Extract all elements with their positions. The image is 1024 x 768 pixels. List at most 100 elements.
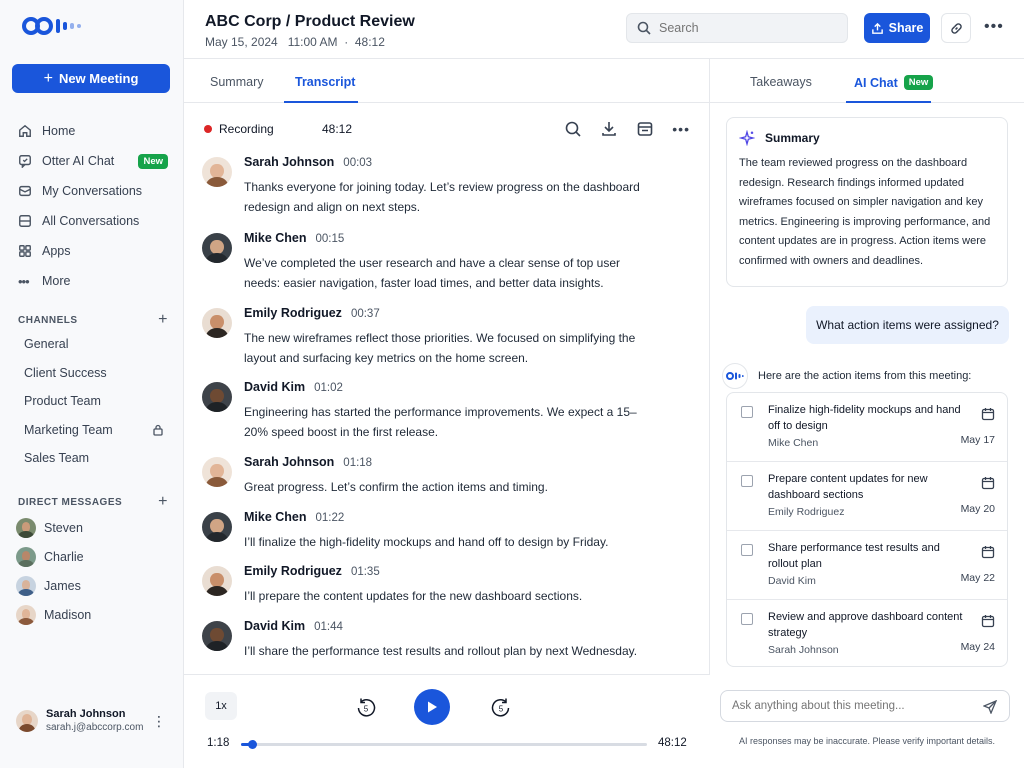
summary-text: The team reviewed progress on the dashbo…: [739, 157, 991, 267]
timestamp[interactable]: 01:02: [314, 382, 343, 394]
recording-bar: Recording 48:12 •••: [204, 119, 690, 139]
transcript-text: Thanks everyone for joining today. Let’s…: [244, 180, 640, 214]
sidebar-item-apps[interactable]: Apps: [0, 236, 184, 266]
speaker: Sarah Johnson 01:18: [244, 455, 372, 469]
timestamp[interactable]: 00:15: [316, 233, 345, 245]
share-button[interactable]: Share: [864, 13, 930, 43]
active-tab-indicator: [846, 101, 931, 103]
channel-sales-team[interactable]: Sales Team: [24, 451, 164, 465]
tab-transcript[interactable]: Transcript: [295, 75, 355, 89]
timestamp[interactable]: 00:03: [343, 157, 372, 169]
channel-label: General: [24, 337, 69, 351]
timestamp[interactable]: 01:44: [314, 621, 343, 633]
channels-title: CHANNELS: [18, 314, 78, 326]
forward-5-icon[interactable]: 5: [490, 697, 512, 719]
add-dm-icon[interactable]: +: [158, 493, 168, 511]
search-box[interactable]: [626, 13, 848, 43]
action-item: Review and approve dashboard content str…: [727, 600, 1007, 666]
sidebar-item-label: My Conversations: [42, 184, 143, 198]
action-checkbox[interactable]: [741, 406, 753, 418]
link-icon: [950, 22, 962, 34]
channel-marketing-team[interactable]: Marketing Team: [24, 423, 164, 437]
sparkle-icon: [739, 130, 755, 146]
speaker-name: Mike Chen: [244, 510, 307, 524]
play-icon: [428, 701, 437, 713]
calendar-icon[interactable]: [981, 476, 995, 490]
dm-label: Madison: [44, 608, 92, 622]
action-owner: David Kim: [768, 575, 816, 587]
calendar-icon[interactable]: [981, 545, 995, 559]
calendar-icon[interactable]: [981, 614, 995, 628]
sidebar-item-otter-ai-chat[interactable]: Otter AI Chat New: [0, 146, 184, 176]
add-channel-icon[interactable]: +: [158, 311, 168, 329]
recording-time: 48:12: [322, 122, 353, 136]
channel-client-success[interactable]: Client Success: [24, 366, 164, 380]
avatar: [202, 566, 232, 596]
tab-summary[interactable]: Summary: [210, 75, 263, 89]
channel-general[interactable]: General: [24, 337, 164, 351]
play-button[interactable]: [414, 689, 450, 725]
avatar: [202, 157, 232, 187]
speaker: Mike Chen 00:15: [244, 231, 344, 245]
user-menu-icon[interactable]: ⋮: [152, 714, 166, 728]
avatar: [202, 382, 232, 412]
action-due-date: May 22: [960, 572, 995, 584]
avatar: [202, 457, 232, 487]
timestamp[interactable]: 01:22: [316, 512, 345, 524]
new-meeting-button[interactable]: + New Meeting: [12, 64, 170, 93]
dm-madison[interactable]: Madison: [16, 605, 91, 625]
otter-logo[interactable]: [22, 14, 81, 38]
sidebar-item-my-conversations[interactable]: My Conversations: [0, 176, 184, 206]
action-checkbox[interactable]: [741, 475, 753, 487]
rewind-5-icon[interactable]: 5: [355, 697, 377, 719]
action-checkbox[interactable]: [741, 613, 753, 625]
speaker-name: Emily Rodriguez: [244, 564, 342, 578]
transcript-more-icon[interactable]: •••: [672, 121, 690, 137]
download-icon[interactable]: [600, 120, 618, 138]
tab-takeaways[interactable]: Takeaways: [750, 75, 812, 89]
dm-steven[interactable]: Steven: [16, 518, 83, 538]
ask-input[interactable]: [732, 700, 972, 712]
copy-link-button[interactable]: [941, 13, 971, 43]
progress-handle[interactable]: [247, 740, 257, 749]
timestamp[interactable]: 01:35: [351, 566, 380, 578]
total-time: 48:12: [658, 737, 687, 749]
action-text: Prepare content updates for new dashboar…: [768, 473, 928, 501]
calendar-summary-icon[interactable]: [636, 120, 654, 138]
current-user[interactable]: Sarah Johnson sarah.j@abccorp.com ⋮: [16, 708, 166, 733]
sidebar-item-more[interactable]: ••• More: [0, 266, 184, 296]
speaker: David Kim 01:44: [244, 619, 343, 633]
ai-disclaimer: AI responses may be inaccurate. Please v…: [738, 736, 996, 746]
search-transcript-icon[interactable]: [564, 120, 582, 138]
summary-title: Summary: [765, 131, 820, 145]
sidebar-item-label: All Conversations: [42, 214, 140, 228]
tab-ai-chat[interactable]: AI Chat New: [854, 75, 934, 90]
speaker: Sarah Johnson 00:03: [244, 155, 372, 169]
dm-james[interactable]: James: [16, 576, 81, 596]
playback-progress-slider[interactable]: [241, 740, 647, 749]
more-options-icon[interactable]: •••: [984, 18, 1004, 36]
all-conversations-icon: [19, 215, 31, 227]
lock-icon: [153, 424, 163, 436]
speaker: Emily Rodriguez 01:35: [244, 564, 380, 578]
timestamp[interactable]: 01:18: [343, 457, 372, 469]
channel-product-team[interactable]: Product Team: [24, 394, 164, 408]
calendar-icon[interactable]: [981, 407, 995, 421]
ask-box[interactable]: [720, 690, 1010, 722]
action-due-date: May 20: [960, 503, 995, 515]
timestamp[interactable]: 00:37: [351, 308, 380, 320]
channel-label: Product Team: [24, 394, 101, 408]
user-email: sarah.j@abccorp.com: [46, 722, 144, 733]
search-input[interactable]: [659, 21, 829, 35]
dm-charlie[interactable]: Charlie: [16, 547, 84, 567]
sidebar-item-label: Home: [42, 124, 76, 138]
action-text: Review and approve dashboard content str…: [768, 611, 963, 639]
action-checkbox[interactable]: [741, 544, 753, 556]
action-owner: Mike Chen: [768, 437, 819, 449]
sidebar-item-home[interactable]: Home: [0, 116, 184, 146]
sidebar-item-all-conversations[interactable]: All Conversations: [0, 206, 184, 236]
playback-speed-button[interactable]: 1x: [205, 692, 237, 720]
user-name: Sarah Johnson: [46, 708, 126, 720]
send-icon[interactable]: [983, 700, 997, 714]
avatar: [16, 576, 36, 596]
